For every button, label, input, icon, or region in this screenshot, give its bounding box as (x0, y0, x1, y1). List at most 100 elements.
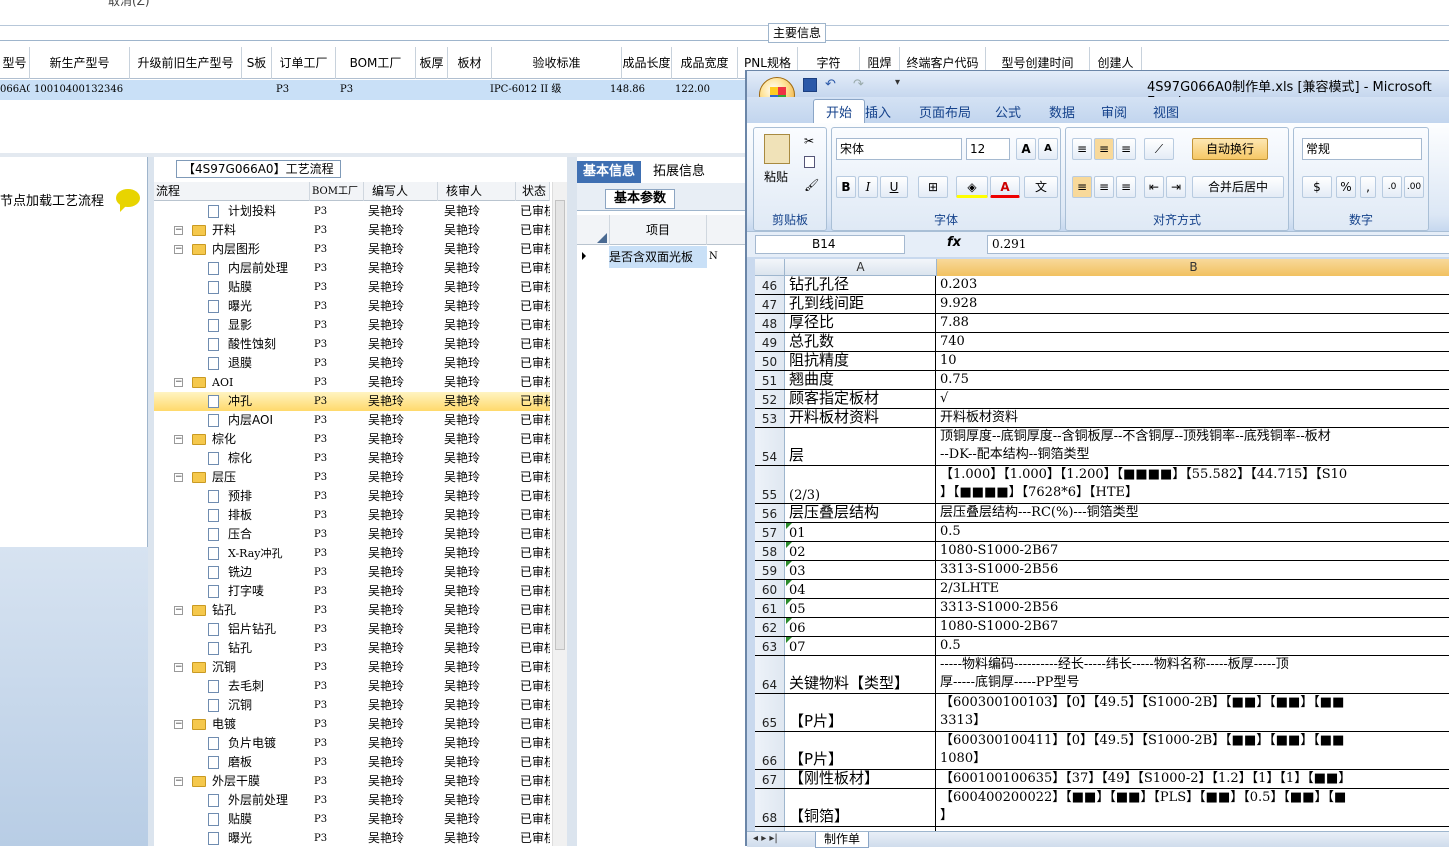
tab-extended-info[interactable]: 拓展信息 (647, 161, 711, 183)
row-number[interactable]: 48 (755, 314, 785, 332)
flow-row[interactable]: 显影 P3 吴艳玲 吴艳玲 已审核 (154, 316, 550, 335)
column-header-b[interactable]: B (937, 259, 1449, 276)
cell-b[interactable]: 0.5 (937, 523, 1449, 541)
ribbon-tab[interactable]: 审阅 (1101, 102, 1127, 121)
collapse-icon[interactable]: − (174, 720, 183, 729)
cell-b[interactable]: 3313-S1000-2B56 (937, 599, 1449, 617)
decrease-indent-icon[interactable]: ⇤ (1144, 176, 1164, 198)
number-format-select[interactable]: 常规 (1302, 138, 1422, 160)
main-col-header[interactable]: 成品宽度 (672, 47, 738, 79)
flow-row[interactable]: 外层前处理 P3 吴艳玲 吴艳玲 已审核 (154, 791, 550, 810)
cell-a[interactable]: 总孔数 (785, 333, 936, 351)
cell-b[interactable]: 【600300100411】【0】【49.5】【S1000-2B】【■■】【■■… (937, 732, 1449, 769)
flow-row[interactable]: − 层压 P3 吴艳玲 吴艳玲 已审核 (154, 468, 550, 487)
cell-a[interactable]: 06 (785, 618, 936, 636)
ribbon-tab[interactable]: 视图 (1153, 102, 1179, 121)
main-col-header[interactable]: 新生产型号 (30, 47, 130, 79)
cell-a[interactable]: 03 (785, 561, 936, 579)
row-number[interactable]: 47 (755, 295, 785, 313)
main-row-cell[interactable]: P3 (276, 80, 336, 100)
flow-col-writer[interactable]: 编写人 (364, 182, 438, 201)
flow-row[interactable]: − 开料 P3 吴艳玲 吴艳玲 已审核 (154, 221, 550, 240)
flow-row[interactable]: 退膜 P3 吴艳玲 吴艳玲 已审核 (154, 354, 550, 373)
cell-b[interactable]: 9.928 (937, 295, 1449, 313)
cell-b[interactable]: 【600300100103】【0】【49.5】【S1000-2B】【■■】【■■… (937, 694, 1449, 731)
flow-row[interactable]: − 钻孔 P3 吴艳玲 吴艳玲 已审核 (154, 601, 550, 620)
flow-col-factory[interactable]: BOM工厂 (310, 182, 364, 201)
flow-row[interactable]: 曝光 P3 吴艳玲 吴艳玲 已审核 (154, 297, 550, 316)
cell-b[interactable]: 0.5 (937, 637, 1449, 655)
cell-a[interactable]: 阻抗精度 (785, 352, 936, 370)
percent-icon[interactable]: % (1336, 176, 1356, 198)
main-row-cell[interactable]: 10010400132346 (34, 80, 134, 100)
flow-row[interactable]: 曝光 P3 吴艳玲 吴艳玲 已审核 (154, 829, 550, 848)
flow-row[interactable]: 贴膜 P3 吴艳玲 吴艳玲 已审核 (154, 810, 550, 829)
chat-bubble-icon[interactable] (116, 189, 140, 212)
flow-row[interactable]: − 沉铜 P3 吴艳玲 吴艳玲 已审核 (154, 658, 550, 677)
ribbon-tab[interactable]: 公式 (995, 102, 1021, 121)
align-middle-icon[interactable]: ≡ (1094, 138, 1114, 160)
flow-row[interactable]: 压合 P3 吴艳玲 吴艳玲 已审核 (154, 525, 550, 544)
underline-icon[interactable]: U (880, 176, 908, 198)
main-row-cell[interactable]: 066A0 (0, 80, 30, 100)
flow-row[interactable]: 磨板 P3 吴艳玲 吴艳玲 已审核 (154, 753, 550, 772)
collapse-icon[interactable]: − (174, 226, 183, 235)
flow-row[interactable]: 排板 P3 吴艳玲 吴艳玲 已审核 (154, 506, 550, 525)
main-row-cell[interactable] (448, 80, 492, 100)
main-col-header[interactable]: BOM工厂 (336, 47, 416, 79)
ribbon-tab[interactable]: 插入 (865, 102, 891, 121)
flow-row[interactable]: 钻孔 P3 吴艳玲 吴艳玲 已审核 (154, 639, 550, 658)
main-row-cell[interactable]: IPC-6012 II 级 (490, 80, 620, 100)
main-col-header[interactable]: 成品长度 (622, 47, 672, 79)
cell-a[interactable]: 【刚性板材】 (785, 770, 936, 788)
main-col-header[interactable]: 订单工厂 (272, 47, 336, 79)
cell-a[interactable]: 01 (785, 523, 936, 541)
cancel-button[interactable]: 取消(Z) (108, 0, 150, 9)
increase-indent-icon[interactable]: ⇥ (1166, 176, 1186, 198)
main-row-cell[interactable]: 148.86 (610, 80, 670, 100)
row-number[interactable]: 68 (755, 789, 785, 826)
cell-a[interactable]: 07 (785, 637, 936, 655)
redo-icon[interactable]: ↷ (853, 77, 864, 92)
currency-icon[interactable]: $ (1302, 176, 1332, 198)
flow-row[interactable]: 预排 P3 吴艳玲 吴艳玲 已审核 (154, 487, 550, 506)
font-name-select[interactable]: 宋体 (836, 138, 962, 160)
main-col-header[interactable]: 型号 (0, 47, 30, 79)
main-col-header[interactable]: 板厚 (416, 47, 448, 79)
column-header-a[interactable]: A (785, 259, 937, 276)
bold-icon[interactable]: B (836, 176, 856, 198)
flow-row[interactable]: 贴膜 P3 吴艳玲 吴艳玲 已审核 (154, 278, 550, 297)
cell-b[interactable]: 7.88 (937, 314, 1449, 332)
cell-a[interactable]: 孔到线间距 (785, 295, 936, 313)
flow-row[interactable]: 去毛刺 P3 吴艳玲 吴艳玲 已审核 (154, 677, 550, 696)
collapse-icon[interactable]: − (174, 606, 183, 615)
name-box[interactable]: B14 (755, 235, 905, 254)
format-painter-icon[interactable]: 🖌 (804, 178, 819, 192)
font-size-select[interactable]: 12 (966, 138, 1010, 160)
flow-row[interactable]: − 外层干膜 P3 吴艳玲 吴艳玲 已审核 (154, 772, 550, 791)
cell-b[interactable]: 层压叠层结构---RC(%)---铜箔类型 (937, 504, 1449, 522)
cell-b[interactable]: 【1.000】【1.000】【1.200】【■■■■】【55.582】【44.7… (937, 466, 1449, 503)
row-number[interactable]: 61 (755, 599, 785, 617)
flow-tab-title[interactable]: 【4S97G066A0】工艺流程 (176, 160, 341, 178)
row-number[interactable]: 58 (755, 542, 785, 560)
cell-b[interactable]: 1080-S1000-2B67 (937, 542, 1449, 560)
increase-decimal-icon[interactable]: .0 (1382, 176, 1402, 198)
cell-b[interactable]: 10 (937, 352, 1449, 370)
main-col-header[interactable]: 验收标准 (492, 47, 622, 79)
row-number[interactable]: 67 (755, 770, 785, 788)
sheet-nav-icon[interactable]: ◂ ▸ ▸| (753, 833, 778, 844)
flow-scrollbar-thumb[interactable] (555, 200, 565, 650)
row-number[interactable]: 63 (755, 637, 785, 655)
cell-b[interactable]: 【600100100635】【37】【49】【S1000-2】【1.2】【1】【… (937, 770, 1449, 788)
cell-a[interactable]: 厚径比 (785, 314, 936, 332)
main-row-cell[interactable]: P3 (340, 80, 416, 100)
row-number[interactable]: 60 (755, 580, 785, 598)
font-color-icon[interactable]: A (990, 176, 1020, 198)
cell-b[interactable]: 1080-S1000-2B67 (937, 618, 1449, 636)
row-number[interactable]: 64 (755, 656, 785, 693)
comma-icon[interactable]: , (1360, 176, 1376, 198)
params-value-cell[interactable]: N (709, 246, 718, 268)
flow-row[interactable]: 沉铜 P3 吴艳玲 吴艳玲 已审核 (154, 696, 550, 715)
italic-icon[interactable]: I (858, 176, 878, 198)
